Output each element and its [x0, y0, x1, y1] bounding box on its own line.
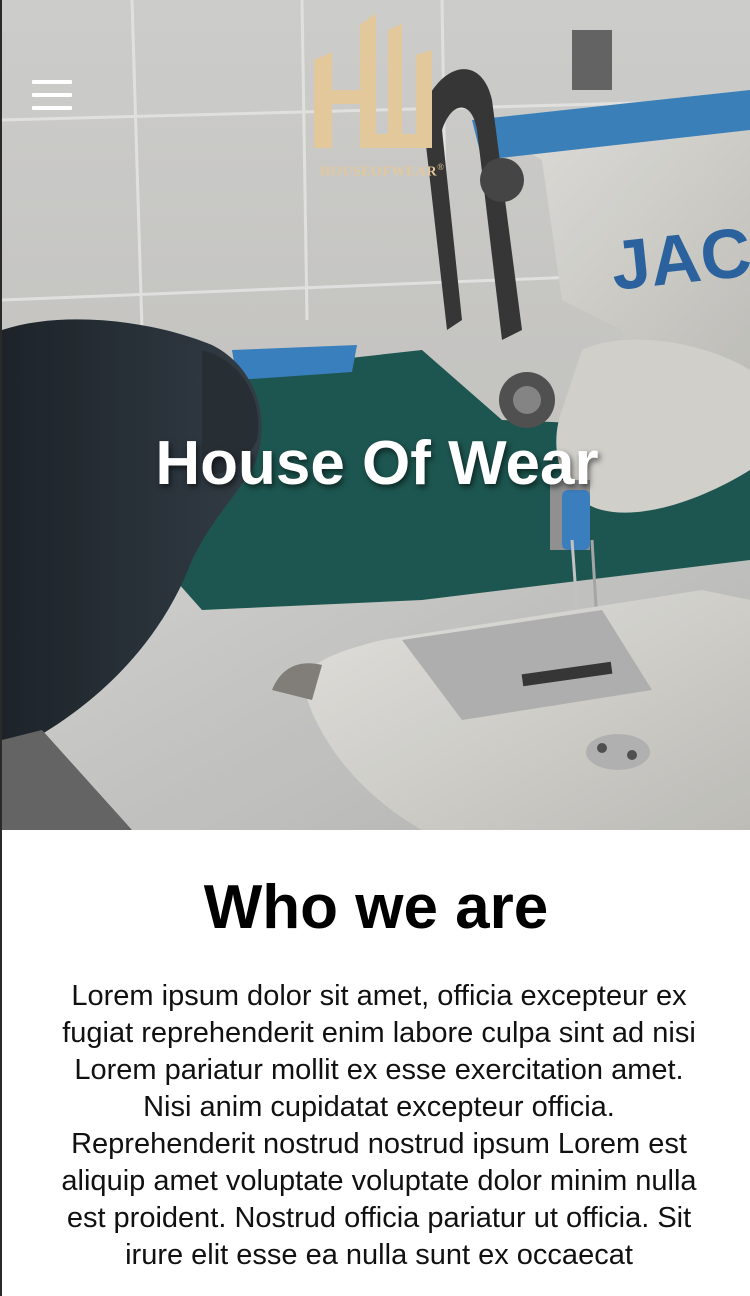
about-heading: Who we are: [203, 873, 549, 942]
logo-wordmark: HOUSEOFWEAR: [319, 164, 438, 180]
menu-line: [32, 80, 72, 84]
registered-mark: ®: [437, 162, 445, 172]
about-section: Who we are Lorem ipsum dolor sit amet, o…: [2, 830, 750, 1296]
hero-title: House Of Wear: [155, 429, 599, 498]
menu-line: [32, 93, 72, 97]
hamburger-menu-icon[interactable]: [32, 80, 74, 112]
logo-mark-icon: [314, 13, 432, 148]
about-body: Lorem ipsum dolor sit amet, officia exce…: [61, 980, 697, 1271]
menu-line: [32, 106, 72, 110]
logo-text: HOUSEOFWEAR®: [302, 162, 462, 181]
house-of-wear-logo[interactable]: HOUSEOFWEAR®: [302, 10, 462, 180]
hero-section: JAC: [2, 0, 750, 830]
